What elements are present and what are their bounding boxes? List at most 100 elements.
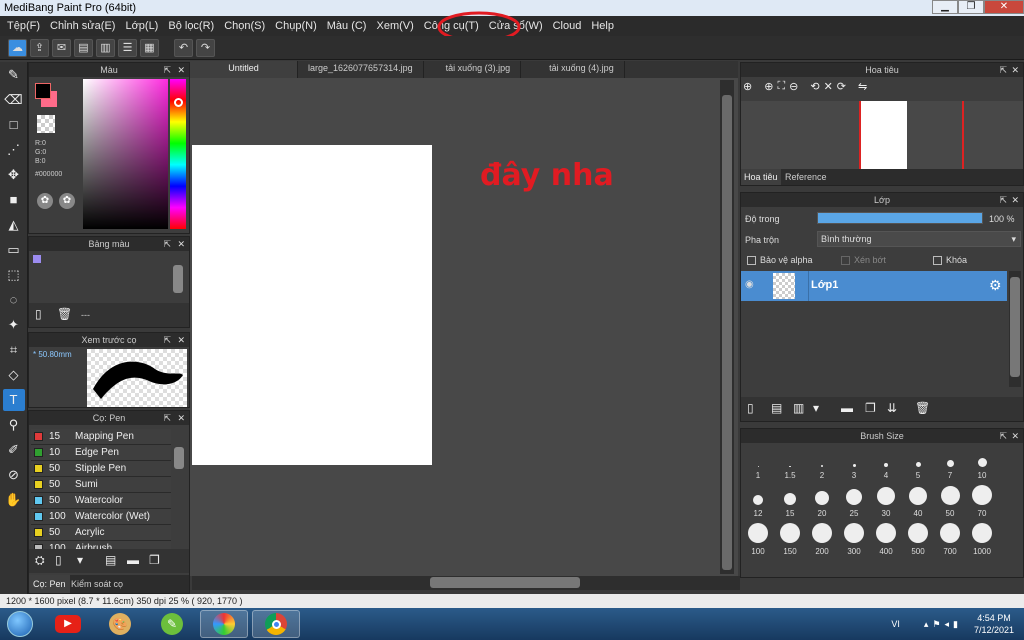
menu-edit[interactable]: Chỉnh sửa(E) bbox=[45, 20, 120, 32]
select-eraser-icon[interactable]: ◇ bbox=[3, 364, 25, 386]
lock-checkbox[interactable]: Khóa bbox=[933, 255, 967, 266]
palette-swatch[interactable] bbox=[33, 255, 41, 263]
dot-tool-icon[interactable]: ⋰ bbox=[3, 139, 25, 161]
layer-row[interactable]: ◉ Lớp1 ⚙ bbox=[741, 271, 1007, 301]
tab-large-jpg[interactable]: large_1626077657314.jpg bbox=[298, 61, 424, 78]
flip-icon[interactable]: ⇋ bbox=[858, 80, 867, 100]
menu-help[interactable]: Help bbox=[586, 20, 619, 32]
tab-untitled[interactable]: Untitled bbox=[190, 61, 298, 78]
move-tool-icon[interactable]: ✥ bbox=[3, 164, 25, 186]
network-icon[interactable]: ▮ bbox=[953, 619, 958, 630]
list-icon[interactable]: ☰ bbox=[118, 38, 137, 57]
youtube-taskbar-icon[interactable]: ▶ bbox=[44, 610, 92, 638]
tab-brush-control[interactable]: Kiểm soát cọ bbox=[71, 575, 123, 593]
brush-list-item[interactable]: 50 Watercolor bbox=[31, 493, 171, 509]
new-layer-icon[interactable]: ▯ bbox=[747, 401, 754, 415]
popout-icon[interactable]: ⇱ bbox=[999, 193, 1007, 207]
text-tool-icon[interactable]: T bbox=[2, 389, 25, 411]
grid-icon[interactable]: ▦ bbox=[140, 38, 159, 57]
brush-size-option[interactable]: 10 bbox=[967, 447, 997, 480]
brush-list-item[interactable]: 50 Acrylic bbox=[31, 525, 171, 541]
brush-list-scrollbar[interactable] bbox=[174, 447, 184, 469]
zoom-out-icon[interactable]: ⊖ bbox=[789, 80, 798, 100]
chat-icon[interactable]: ▤ bbox=[74, 38, 93, 57]
brush-size-option[interactable]: 15 bbox=[775, 485, 805, 518]
canvas-vertical-thumb[interactable] bbox=[722, 95, 732, 570]
brush-size-option[interactable]: 400 bbox=[871, 523, 901, 556]
color-wheel-icon[interactable]: ✿ bbox=[37, 193, 53, 209]
brush-size-option[interactable]: 20 bbox=[807, 485, 837, 518]
brush-size-option[interactable]: 7 bbox=[935, 447, 965, 480]
popout-icon[interactable]: ⇱ bbox=[163, 411, 171, 425]
brush-size-option[interactable]: 300 bbox=[839, 523, 869, 556]
language-indicator[interactable]: VI bbox=[891, 619, 900, 629]
brush-list-item[interactable]: 50 Sumi bbox=[31, 477, 171, 493]
menu-select[interactable]: Chọn(S) bbox=[219, 20, 270, 32]
redo-icon[interactable]: ↷ bbox=[196, 38, 215, 57]
start-button[interactable] bbox=[0, 608, 40, 640]
chrome-taskbar-icon[interactable] bbox=[252, 610, 300, 638]
brush-size-option[interactable]: 1000 bbox=[967, 523, 997, 556]
brush-size-option[interactable]: 30 bbox=[871, 485, 901, 518]
menu-view[interactable]: Xem(V) bbox=[371, 20, 418, 32]
canvas-horizontal-thumb[interactable] bbox=[430, 577, 580, 588]
magic-wand-icon[interactable]: ✦ bbox=[3, 314, 25, 336]
cloud-icon[interactable]: ☁ bbox=[8, 38, 27, 57]
fill-rect-tool-icon[interactable]: ■ bbox=[3, 189, 25, 211]
menu-window[interactable]: Cửa sổ(W) bbox=[484, 20, 548, 32]
close-icon[interactable]: ✕ bbox=[177, 237, 185, 251]
bucket-tool-icon[interactable]: ◭ bbox=[3, 214, 25, 236]
brush-size-option[interactable]: 700 bbox=[935, 523, 965, 556]
brush-settings-icon[interactable]: ▤ bbox=[105, 553, 116, 567]
merge-layer-icon[interactable]: ⇊ bbox=[887, 401, 897, 415]
duplicate-brush-icon[interactable]: ❐ bbox=[149, 553, 160, 567]
close-icon[interactable]: ✕ bbox=[177, 63, 185, 77]
menu-color[interactable]: Màu (C) bbox=[322, 20, 372, 32]
delete-layer-icon[interactable]: 🗑 bbox=[915, 401, 930, 415]
close-button[interactable]: ✕ bbox=[984, 0, 1024, 14]
primary-color-swatch[interactable] bbox=[35, 83, 51, 99]
fit-icon[interactable]: ⛶ bbox=[777, 80, 785, 100]
canvas-page[interactable] bbox=[192, 145, 432, 465]
brush-size-option[interactable]: 25 bbox=[839, 485, 869, 518]
close-icon[interactable]: ✕ bbox=[1011, 429, 1019, 443]
layer-folder-icon[interactable]: ▬ bbox=[841, 401, 853, 415]
rotate-right-icon[interactable]: ⟳ bbox=[837, 80, 846, 100]
new-palette-icon[interactable]: ▯ bbox=[35, 307, 42, 321]
clock[interactable]: 4:54 PM 7/12/2021 bbox=[964, 612, 1024, 636]
layer-scrollbar[interactable] bbox=[1009, 271, 1021, 387]
maximize-button[interactable]: ❐ bbox=[958, 0, 984, 14]
layer-scroll-thumb[interactable] bbox=[1010, 277, 1020, 377]
navigator-preview[interactable] bbox=[741, 101, 1023, 169]
brush-size-option[interactable]: 150 bbox=[775, 523, 805, 556]
brush-list-item[interactable]: 15 Mapping Pen bbox=[31, 429, 171, 445]
menu-capture[interactable]: Chụp(N) bbox=[270, 20, 322, 32]
tab-navigator[interactable]: Hoa tiêu bbox=[741, 169, 781, 185]
brush-size-option[interactable]: 100 bbox=[743, 523, 773, 556]
popout-icon[interactable]: ⇱ bbox=[999, 429, 1007, 443]
popout-icon[interactable]: ⇱ bbox=[163, 333, 171, 347]
transparent-swatch[interactable] bbox=[37, 115, 55, 133]
tab-reference[interactable]: Reference bbox=[785, 169, 827, 185]
add-layer-dropdown-icon[interactable]: ▾ bbox=[813, 401, 819, 415]
new-halftone-layer-icon[interactable]: ▤ bbox=[771, 401, 782, 415]
brush-list-item[interactable]: 100 Airbrush bbox=[31, 541, 171, 549]
rotate-left-icon[interactable]: ⟲ bbox=[810, 80, 819, 100]
brush-size-option[interactable]: 70 bbox=[967, 485, 997, 518]
brush-size-option[interactable]: 500 bbox=[903, 523, 933, 556]
opacity-slider[interactable] bbox=[817, 212, 983, 224]
brush-folder-icon[interactable]: ▬ bbox=[127, 553, 139, 567]
gradient-tool-icon[interactable]: ▭ bbox=[3, 239, 25, 261]
close-icon[interactable]: ✕ bbox=[177, 411, 185, 425]
saturation-value-picker[interactable] bbox=[83, 79, 168, 229]
color-settings-icon[interactable]: ✿ bbox=[59, 193, 75, 209]
add-brush-cloud-icon[interactable]: ⛭ bbox=[35, 553, 45, 568]
dropper-tool-icon[interactable]: ✐ bbox=[3, 439, 25, 461]
brush-list-item[interactable]: 50 Stipple Pen bbox=[31, 461, 171, 477]
new-8bit-layer-icon[interactable]: ▥ bbox=[793, 401, 804, 415]
hue-handle[interactable] bbox=[174, 98, 183, 107]
clipping-checkbox[interactable]: Xén bớt bbox=[841, 255, 886, 266]
brush-tool-icon[interactable]: ✎ bbox=[3, 64, 25, 86]
tab-tai-xuong-3[interactable]: tải xuống (3).jpg bbox=[424, 61, 522, 78]
lasso-icon[interactable]: ◌ bbox=[3, 289, 25, 311]
